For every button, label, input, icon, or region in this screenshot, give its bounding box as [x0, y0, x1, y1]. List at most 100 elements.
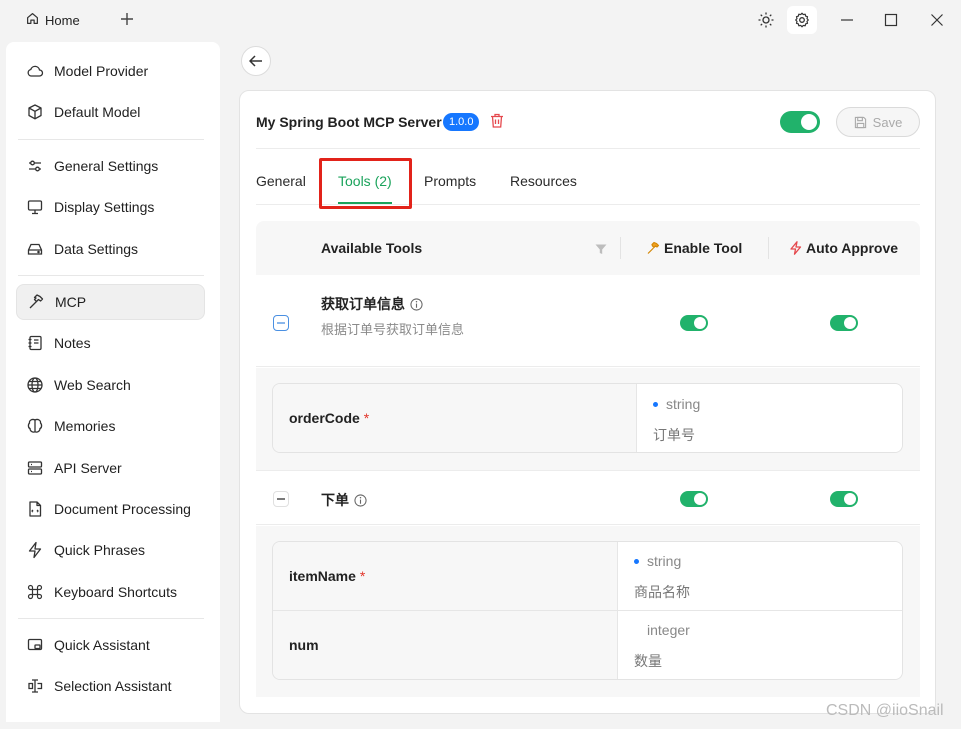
col-enable-tool-label: Enable Tool: [664, 240, 743, 256]
gear-icon: [795, 12, 809, 28]
brain-icon: [25, 416, 45, 436]
tool-params-area: orderCode * string 订单号: [256, 368, 920, 470]
sidebar-item-mcp[interactable]: MCP: [16, 284, 205, 320]
tab-resources[interactable]: Resources: [510, 173, 577, 189]
auto-approve-toggle[interactable]: [830, 491, 858, 507]
tools-table-header: Available Tools Enable Tool Auto Approve: [256, 221, 920, 275]
tool-name: 获取订单信息: [321, 294, 423, 314]
header-divider: [256, 148, 920, 149]
filter-icon[interactable]: [595, 242, 607, 258]
sidebar-divider: [18, 139, 204, 140]
collapse-button[interactable]: [273, 491, 289, 507]
collapse-button[interactable]: [273, 315, 289, 331]
param-key-cell: num: [273, 611, 617, 679]
back-button[interactable]: [241, 46, 271, 76]
tab-general[interactable]: General: [256, 173, 306, 189]
sidebar-item-quick-assistant[interactable]: Quick Assistant: [16, 627, 205, 663]
param-row: orderCode * string 订单号: [273, 384, 902, 452]
close-icon: [931, 14, 943, 26]
col-auto-approve-label: Auto Approve: [806, 240, 899, 256]
param-row: itemName * string 商品名称: [273, 542, 902, 611]
sidebar-item-web-search[interactable]: Web Search: [16, 367, 205, 403]
param-description: 数量: [634, 653, 662, 669]
param-type: string: [653, 396, 700, 412]
sidebar-item-default-model[interactable]: Default Model: [16, 94, 205, 130]
sliders-icon: [25, 156, 45, 176]
sidebar-item-label: Quick Assistant: [54, 637, 150, 653]
hammer-icon: [647, 241, 660, 254]
minimize-button[interactable]: [832, 6, 862, 34]
sidebar-item-label: Display Settings: [54, 199, 155, 215]
column-separator: [768, 237, 769, 259]
minus-icon: [277, 498, 285, 500]
info-icon[interactable]: [354, 493, 367, 507]
param-description: 商品名称: [634, 584, 690, 600]
close-window-button[interactable]: [922, 6, 952, 34]
cube-icon: [25, 102, 45, 122]
zap-icon: [25, 540, 45, 560]
sidebar-item-keyboard-shortcuts[interactable]: Keyboard Shortcuts: [16, 574, 205, 610]
sidebar-item-label: API Server: [54, 460, 122, 476]
param-key-text: orderCode: [289, 410, 360, 426]
param-key-cell: itemName *: [273, 542, 617, 610]
param-key-cell: orderCode *: [273, 384, 636, 452]
param-type: integer: [634, 622, 690, 638]
sidebar-item-model-provider[interactable]: Model Provider: [16, 53, 205, 89]
tab-prompts[interactable]: Prompts: [424, 173, 476, 189]
col-enable-tool: Enable Tool: [646, 240, 742, 256]
sidebar-item-label: Default Model: [54, 104, 141, 120]
param-row: num integer 数量: [273, 611, 902, 679]
param-key: itemName *: [289, 568, 365, 584]
param-description: 订单号: [653, 427, 695, 443]
params-table: orderCode * string 订单号: [272, 383, 903, 453]
new-tab-button[interactable]: [116, 8, 138, 30]
sidebar-item-data-settings[interactable]: Data Settings: [16, 231, 205, 267]
watermark: CSDN @iioSnail: [826, 702, 944, 719]
param-info-cell: string 订单号: [636, 384, 902, 452]
sidebar-item-label: Data Settings: [54, 241, 139, 257]
save-icon: [854, 116, 866, 128]
enable-tool-toggle[interactable]: [680, 315, 708, 331]
home-tab[interactable]: Home: [16, 6, 90, 34]
param-type: string: [634, 553, 681, 569]
sidebar-item-selection-assistant[interactable]: Selection Assistant: [16, 668, 205, 704]
home-tab-label: Home: [45, 12, 80, 28]
drive-icon: [25, 239, 45, 259]
sun-icon: [758, 12, 774, 28]
sidebar-item-display-settings[interactable]: Display Settings: [16, 189, 205, 225]
auto-approve-toggle[interactable]: [830, 315, 858, 331]
info-icon[interactable]: [410, 297, 423, 311]
param-key-text: num: [289, 637, 319, 653]
sidebar-item-api-server[interactable]: API Server: [16, 450, 205, 486]
server-enable-toggle[interactable]: [780, 111, 820, 133]
enable-tool-toggle[interactable]: [680, 491, 708, 507]
notebook-icon: [25, 333, 45, 353]
sidebar-item-quick-phrases[interactable]: Quick Phrases: [16, 532, 205, 568]
params-table: itemName * string 商品名称 num integer 数量: [272, 541, 903, 680]
monitor-icon: [25, 197, 45, 217]
arrow-left-icon: [249, 55, 262, 67]
sidebar-item-memories[interactable]: Memories: [16, 408, 205, 444]
save-label: Save: [872, 114, 903, 130]
sidebar-item-label: Keyboard Shortcuts: [54, 584, 177, 600]
tool-row: 获取订单信息 根据订单号获取订单信息: [256, 275, 920, 367]
maximize-button[interactable]: [876, 6, 906, 34]
sidebar-item-document-processing[interactable]: Document Processing: [16, 491, 205, 527]
param-type-text: string: [666, 396, 701, 412]
title-bar: Home: [0, 0, 961, 40]
globe-icon: [25, 375, 45, 395]
sidebar-divider: [18, 618, 204, 619]
sidebar-item-label: Memories: [54, 418, 116, 434]
delete-server-button[interactable]: [490, 113, 504, 131]
sidebar-item-general-settings[interactable]: General Settings: [16, 148, 205, 184]
required-marker: *: [359, 568, 366, 584]
tool-name-text: 获取订单信息: [321, 296, 405, 312]
sidebar-item-notes[interactable]: Notes: [16, 325, 205, 361]
theme-toggle-button[interactable]: [751, 6, 781, 34]
mcp-server-panel: My Spring Boot MCP Server 1.0.0 Save Gen…: [239, 90, 936, 714]
window-icon: [25, 635, 45, 655]
save-button[interactable]: Save: [836, 107, 920, 137]
settings-button[interactable]: [787, 6, 817, 34]
zap-icon: [790, 241, 802, 255]
col-available-tools: Available Tools: [321, 240, 423, 256]
